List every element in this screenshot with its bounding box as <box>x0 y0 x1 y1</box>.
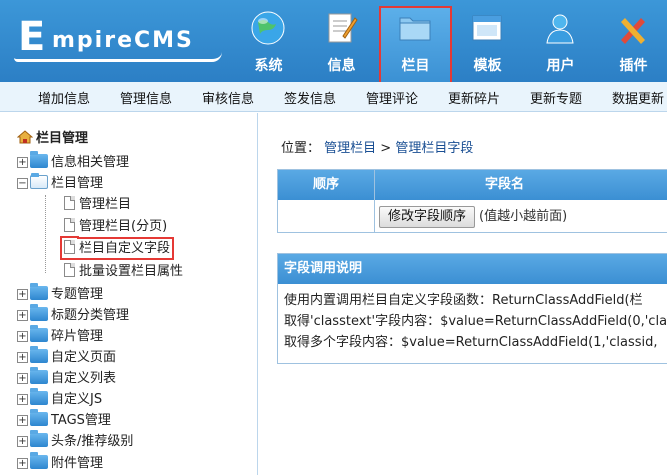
usage-line: 取得'classtext'字段内容：$value=ReturnClassAddF… <box>284 314 667 329</box>
usage-body: 使用内置调用栏目自定义字段函数：ReturnClassAddField(栏 取得… <box>278 284 667 363</box>
breadcrumb: 位置： 管理栏目 > 管理栏目字段 <box>281 141 474 156</box>
col-order: 顺序 <box>278 170 375 200</box>
expand-icon[interactable]: + <box>17 373 28 384</box>
submenu-sign-info[interactable]: 签发信息 <box>284 88 336 107</box>
sidebar-tree: 栏目管理 + 信息相关管理 − 栏目管理 管理栏目 管理栏目(分页) 栏目自定义字段… <box>0 113 258 475</box>
tree-child-manage-column-paged[interactable]: 管理栏目(分页) <box>64 215 167 235</box>
folder-icon <box>30 452 48 469</box>
folder-icon <box>30 151 48 168</box>
sidebar-item-custom-page[interactable]: + 自定义页面 <box>17 346 116 366</box>
tree-child-custom-field[interactable]: 栏目自定义字段 <box>59 237 175 260</box>
table-header: 顺序 字段名 <box>278 170 667 200</box>
submenu-data-update[interactable]: 数据更新 <box>612 88 664 107</box>
modify-order-button[interactable]: 修改字段顺序 <box>379 206 476 228</box>
tools-icon <box>621 18 645 44</box>
sidebar-item-custom-js[interactable]: + 自定义JS <box>17 388 102 408</box>
expand-icon[interactable]: + <box>17 458 28 469</box>
page-icon <box>64 218 75 232</box>
usage-line: 使用内置调用栏目自定义字段函数：ReturnClassAddField(栏 <box>284 293 643 308</box>
home-icon <box>17 130 33 144</box>
submenu-review-info[interactable]: 审核信息 <box>202 88 254 107</box>
nav-item-plugin[interactable]: 插件 <box>597 0 667 82</box>
sidebar-item-column-manage[interactable]: − 栏目管理 <box>17 172 103 192</box>
expand-icon[interactable]: + <box>17 157 28 168</box>
folder-icon <box>30 346 48 363</box>
window-icon <box>472 15 502 41</box>
sidebar-item-tags[interactable]: + TAGS管理 <box>17 409 111 429</box>
sub-menu: 增加信息 管理信息 审核信息 签发信息 管理评论 更新碎片 更新专题 数据更新 <box>0 82 667 112</box>
open-folder-icon <box>30 173 48 189</box>
sidebar-item-title-category[interactable]: + 标题分类管理 <box>17 304 129 324</box>
expand-icon[interactable]: + <box>17 352 28 363</box>
tree-root: 栏目管理 <box>17 127 88 146</box>
globe-icon <box>251 11 285 45</box>
nav-item-info[interactable]: 信息 <box>305 0 378 82</box>
col-field-name: 字段名 <box>485 177 525 192</box>
crumb-link-manage-column[interactable]: 管理栏目 <box>324 141 376 156</box>
notepad-icon <box>328 13 358 43</box>
expand-icon[interactable]: + <box>17 415 28 426</box>
folder-icon <box>30 325 48 342</box>
submenu-update-fragments[interactable]: 更新碎片 <box>448 88 500 107</box>
page-icon <box>64 240 75 254</box>
crumb-link-manage-field[interactable]: 管理栏目字段 <box>395 141 473 156</box>
collapse-icon[interactable]: − <box>17 178 28 189</box>
page-icon <box>64 263 75 277</box>
folder-icon <box>30 367 48 384</box>
usage-panel: 字段调用说明 使用内置调用栏目自定义字段函数：ReturnClassAddFie… <box>277 253 667 364</box>
nav-item-template[interactable]: 模板 <box>451 0 524 82</box>
nav-item-user[interactable]: 用户 <box>524 0 597 82</box>
user-icon <box>546 14 574 44</box>
usage-line: 取得多个字段内容：$value=ReturnClassAddField(1,'c… <box>284 335 658 350</box>
main-nav: 系统 信息 栏目 模板 用户 插件 <box>232 0 667 84</box>
submenu-manage-comments[interactable]: 管理评论 <box>366 88 418 107</box>
sidebar-item-custom-list[interactable]: + 自定义列表 <box>17 367 116 387</box>
sidebar-item-attachment[interactable]: + 附件管理 <box>17 452 103 472</box>
main-content: 位置： 管理栏目 > 管理栏目字段 顺序 字段名 修改字段顺序 (值越小越前面) … <box>265 113 667 475</box>
nav-item-column[interactable]: 栏目 <box>379 6 452 84</box>
tree-child-manage-column[interactable]: 管理栏目 <box>64 193 131 213</box>
expand-icon[interactable]: + <box>17 310 28 321</box>
top-header: E mpireCMS 系统 信息 栏目 模板 用户 插件 <box>0 0 667 84</box>
folder-icon <box>30 430 48 447</box>
field-order-table: 顺序 字段名 修改字段顺序 (值越小越前面) <box>277 169 667 233</box>
order-hint: (值越小越前面) <box>479 209 568 224</box>
submenu-update-topics[interactable]: 更新专题 <box>530 88 582 107</box>
sidebar-item-topic[interactable]: + 专题管理 <box>17 283 103 303</box>
expand-icon[interactable]: + <box>17 394 28 405</box>
page-icon <box>64 196 75 210</box>
usage-title: 字段调用说明 <box>278 254 667 284</box>
folder-icon <box>399 17 431 41</box>
submenu-add-info[interactable]: 增加信息 <box>38 88 90 107</box>
folder-icon <box>30 283 48 300</box>
sidebar-item-info-related[interactable]: + 信息相关管理 <box>17 151 129 171</box>
folder-icon <box>30 409 48 426</box>
submenu-manage-info[interactable]: 管理信息 <box>120 88 172 107</box>
highlight-box: 栏目自定义字段 <box>59 237 175 260</box>
folder-icon <box>30 388 48 405</box>
table-row: 修改字段顺序 (值越小越前面) <box>278 200 667 232</box>
expand-icon[interactable]: + <box>17 436 28 447</box>
nav-item-system[interactable]: 系统 <box>232 0 305 82</box>
sidebar-item-headline-level[interactable]: + 头条/推荐级别 <box>17 430 133 450</box>
sidebar-item-fragment[interactable]: + 碎片管理 <box>17 325 103 345</box>
tree-child-batch-settings[interactable]: 批量设置栏目属性 <box>64 260 183 280</box>
expand-icon[interactable]: + <box>17 289 28 300</box>
empirecms-logo[interactable]: E mpireCMS <box>14 14 224 66</box>
folder-icon <box>30 304 48 321</box>
expand-icon[interactable]: + <box>17 331 28 342</box>
